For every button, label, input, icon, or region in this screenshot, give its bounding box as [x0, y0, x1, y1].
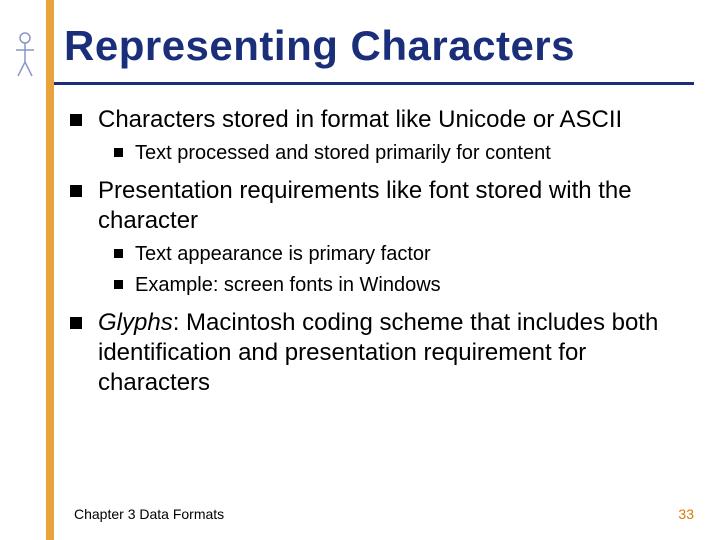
- sub-bullet-item: Text appearance is primary factor: [114, 242, 680, 267]
- bullet-text: Characters stored in format like Unicode…: [98, 105, 622, 135]
- bullet-item: Characters stored in format like Unicode…: [70, 105, 680, 135]
- vertical-accent-bar: [46, 0, 54, 540]
- footer-chapter-label: Chapter 3 Data Formats: [74, 506, 224, 522]
- footer-page-number: 33: [678, 506, 694, 522]
- bullet-marker-icon: [114, 249, 123, 258]
- bullet-marker-icon: [70, 114, 82, 126]
- title-underline: [54, 82, 694, 85]
- decorative-figure-icon: [10, 30, 40, 80]
- sub-bullet-item: Example: screen fonts in Windows: [114, 273, 680, 298]
- bullet-text: Glyphs: Macintosh coding scheme that inc…: [98, 308, 680, 398]
- bullet-marker-icon: [114, 148, 123, 157]
- slide-content: Characters stored in format like Unicode…: [70, 105, 680, 402]
- slide-title: Representing Characters: [64, 22, 575, 70]
- bullet-marker-icon: [70, 185, 82, 197]
- bullet-text: Presentation requirements like font stor…: [98, 176, 680, 236]
- bullet-item: Glyphs: Macintosh coding scheme that inc…: [70, 308, 680, 398]
- sub-bullet-text: Text appearance is primary factor: [135, 242, 431, 267]
- sub-bullet-text: Text processed and stored primarily for …: [135, 141, 551, 166]
- sub-bullet-text: Example: screen fonts in Windows: [135, 273, 441, 298]
- bullet-text-rest: : Macintosh coding scheme that includes …: [98, 309, 658, 396]
- bullet-marker-icon: [114, 280, 123, 289]
- bullet-marker-icon: [70, 317, 82, 329]
- bullet-item: Presentation requirements like font stor…: [70, 176, 680, 236]
- emphasis-term: Glyphs: [98, 309, 173, 336]
- sub-bullet-item: Text processed and stored primarily for …: [114, 141, 680, 166]
